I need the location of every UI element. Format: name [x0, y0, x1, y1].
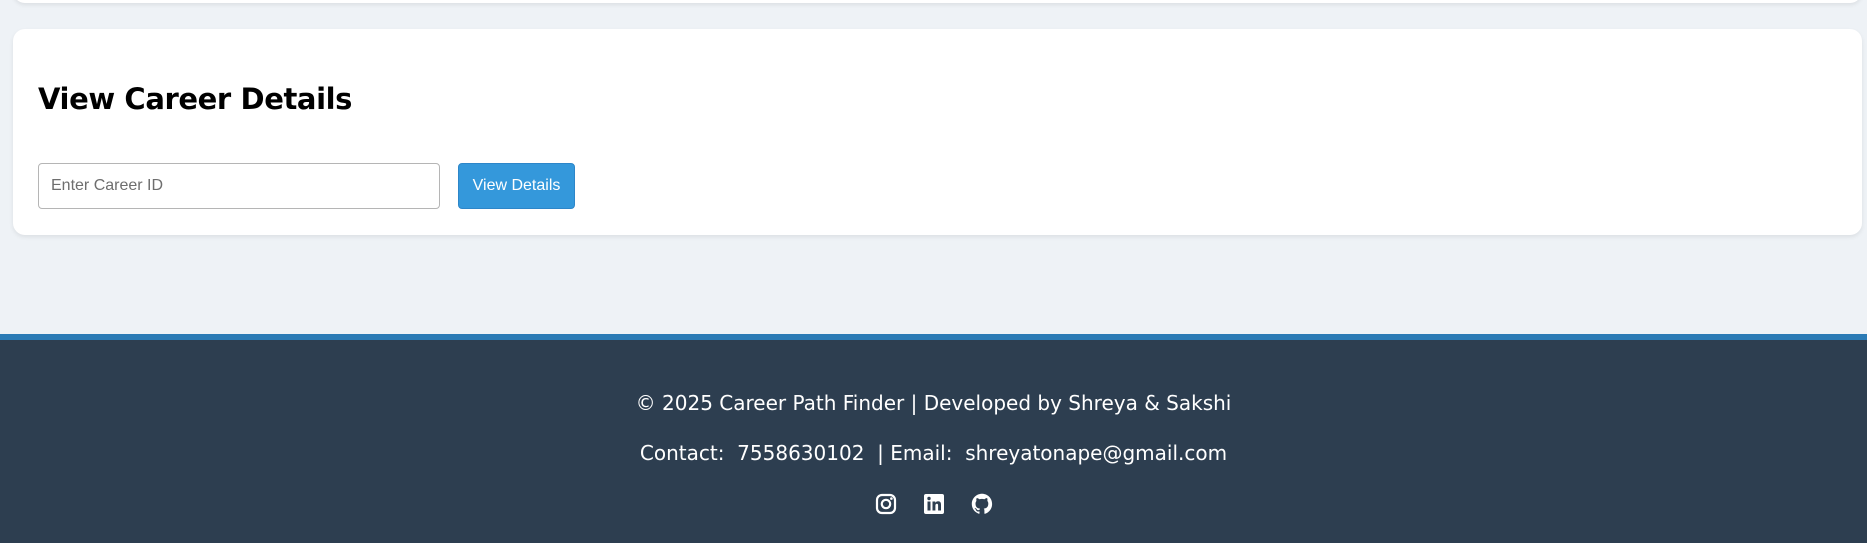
previous-card-edge [13, 0, 1862, 3]
view-career-details-card: View Career Details View Details [13, 29, 1862, 235]
footer-contact-line: Contact: 7558630102 | Email: shreyatonap… [0, 441, 1867, 465]
contact-email[interactable]: shreyatonape@gmail.com [965, 441, 1227, 465]
instagram-link[interactable] [873, 491, 899, 517]
instagram-icon [875, 493, 896, 515]
contact-phone[interactable]: 7558630102 [737, 441, 864, 465]
github-link[interactable] [969, 491, 995, 517]
site-footer: © 2025 Career Path Finder | Developed by… [0, 334, 1867, 543]
linkedin-link[interactable] [921, 491, 947, 517]
career-id-input[interactable] [38, 163, 440, 209]
section-title: View Career Details [38, 82, 353, 116]
email-label: | Email: [877, 441, 953, 465]
footer-copyright: © 2025 Career Path Finder | Developed by… [635, 391, 1232, 415]
github-icon [971, 493, 992, 514]
view-details-button[interactable]: View Details [458, 163, 575, 209]
social-links [0, 491, 1867, 517]
linkedin-icon [923, 494, 944, 514]
contact-label: Contact: [639, 441, 725, 465]
